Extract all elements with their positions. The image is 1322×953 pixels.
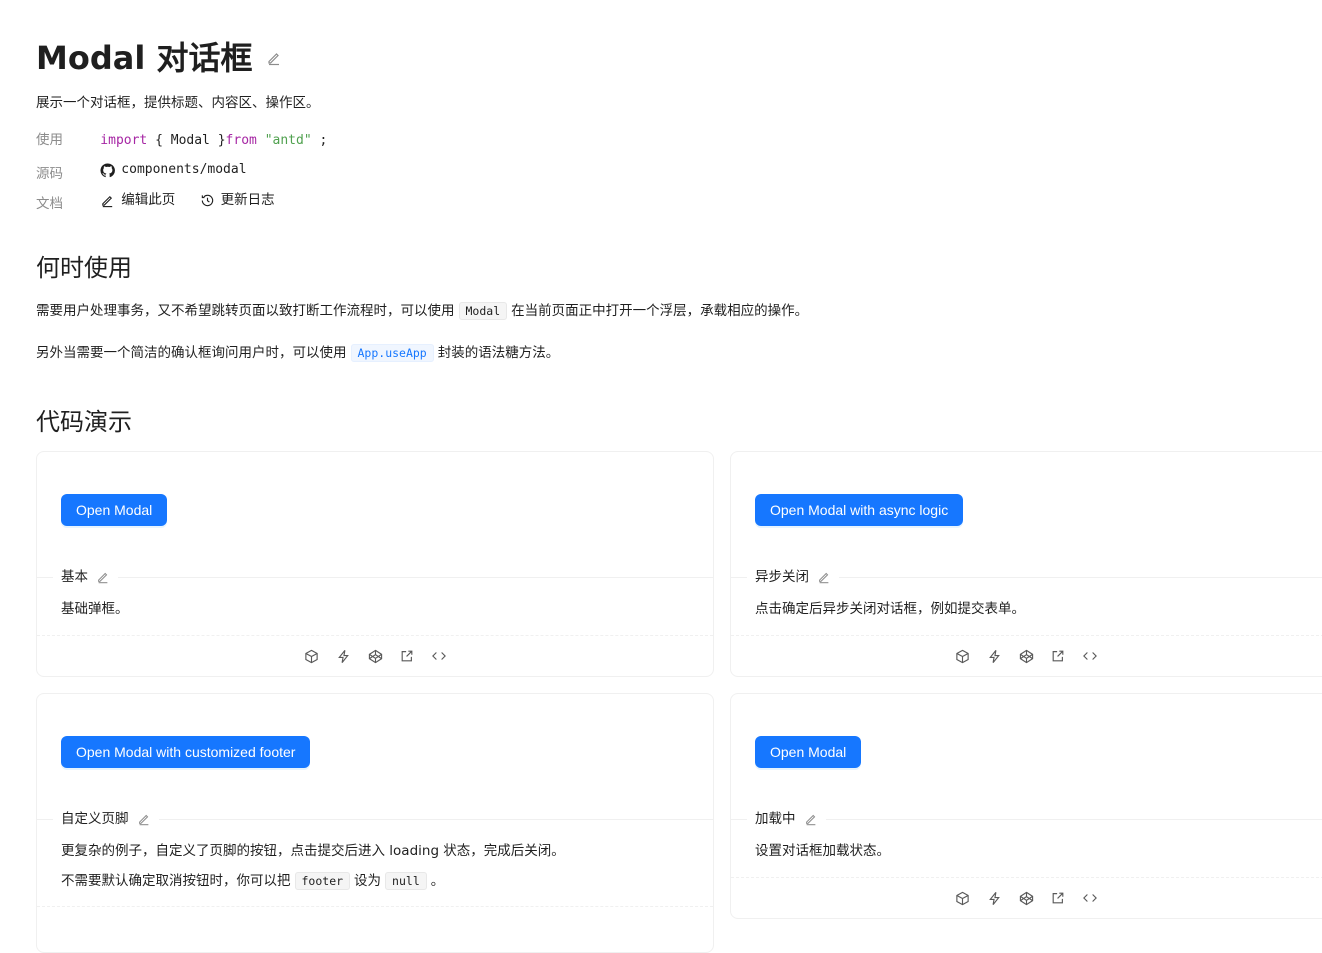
code-brace-open: { (155, 133, 163, 148)
p1-text-after: 在当前页面正中打开一个浮层，承载相应的操作。 (511, 303, 809, 319)
actions-divider (37, 635, 713, 636)
thunderbolt-icon[interactable] (334, 647, 352, 665)
thunderbolt-icon[interactable] (985, 647, 1003, 665)
demo-title: 加载中 (747, 809, 826, 829)
code-string-source: "antd" (264, 133, 312, 148)
code-icon[interactable] (1081, 647, 1099, 665)
demo-title-text[interactable]: 加载中 (755, 809, 796, 829)
desc2-text-mid: 设为 (354, 873, 382, 889)
demos-heading: 代码演示 (36, 408, 132, 436)
when-to-use-heading: 何时使用 (36, 254, 132, 282)
usage-row: 使用 import { Modal }from "antd" ; (36, 130, 327, 151)
when-to-use-paragraph-1: 需要用户处理事务，又不希望跳转页面以致打断工作流程时，可以使用 Modal 在当前页… (36, 300, 808, 322)
code-icon[interactable] (430, 647, 448, 665)
desc2-text-after: 。 (430, 873, 445, 889)
actions-divider (731, 877, 1322, 878)
demo-divider (37, 577, 713, 578)
edit-icon[interactable] (266, 50, 282, 66)
edit-icon[interactable] (804, 812, 818, 826)
demo-description: 基础弹框。 (61, 601, 129, 617)
inline-code-null: null (385, 872, 427, 890)
code-component: Modal (170, 133, 210, 148)
demo-description: 更复杂的例子，自定义了页脚的按钮，点击提交后进入 loading 状态，完成后关… (61, 843, 565, 859)
demo-title: 自定义页脚 (53, 809, 159, 829)
demo-title-text[interactable]: 异步关闭 (755, 567, 809, 587)
desc2-text-before: 不需要默认确定取消按钮时，你可以把 (61, 873, 291, 889)
history-icon (200, 193, 215, 208)
code-keyword-import: import (100, 133, 148, 148)
edit-icon[interactable] (137, 812, 151, 826)
codepen-icon[interactable] (1017, 889, 1035, 907)
github-icon (100, 162, 116, 178)
code-icon[interactable] (1081, 889, 1099, 907)
codesandbox-icon[interactable] (302, 647, 320, 665)
thunderbolt-icon[interactable] (985, 889, 1003, 907)
external-link-icon[interactable] (1049, 647, 1067, 665)
demo-description: 设置对话框加载状态。 (755, 843, 890, 859)
edit-icon (100, 193, 115, 208)
inline-link-app-useapp[interactable]: App.useApp (350, 344, 434, 362)
docs-label: 文档 (36, 195, 63, 212)
demo-card-basic: Open Modal 基本 基础弹框。 (36, 451, 714, 677)
docs-row: 文档 编辑此页 更新日志 (36, 190, 275, 214)
edit-icon[interactable] (96, 570, 110, 584)
source-label: 源码 (36, 165, 63, 182)
external-link-icon[interactable] (398, 647, 416, 665)
page-title: Modal 对话框 (36, 39, 253, 77)
demo-title: 基本 (53, 567, 118, 587)
inline-code-modal: Modal (458, 302, 508, 320)
external-link-icon[interactable] (1049, 889, 1067, 907)
code-brace-close: } (217, 133, 226, 148)
open-modal-button[interactable]: Open Modal (61, 494, 168, 526)
page-subtitle: 展示一个对话框，提供标题、内容区、操作区。 (36, 95, 320, 111)
demo-title-text[interactable]: 基本 (61, 567, 88, 587)
demo-description: 点击确定后异步关闭对话框，例如提交表单。 (755, 601, 1025, 617)
demo-actions (731, 889, 1321, 907)
edit-icon[interactable] (817, 570, 831, 584)
open-modal-async-button[interactable]: Open Modal with async logic (755, 494, 964, 526)
source-link[interactable]: components/modal (100, 160, 247, 180)
demo-card-async: Open Modal with async logic 异步关闭 点击确定后异步… (730, 451, 1322, 677)
usage-label: 使用 (36, 132, 63, 148)
codepen-icon[interactable] (1017, 647, 1035, 665)
source-path: components/modal (121, 162, 247, 177)
codesandbox-icon[interactable] (953, 889, 971, 907)
demo-title-text[interactable]: 自定义页脚 (61, 809, 129, 829)
code-semicolon: ; (319, 133, 328, 148)
code-keyword-from: from (225, 133, 257, 148)
source-row: 源码 components/modal (36, 160, 247, 184)
inline-code-footer: footer (294, 872, 351, 890)
page-title-row: Modal 对话框 (36, 36, 282, 80)
usage-code[interactable]: import { Modal }from "antd" ; (100, 133, 327, 148)
p1-text-before: 需要用户处理事务，又不希望跳转页面以致打断工作流程时，可以使用 (36, 303, 455, 319)
demo-actions (731, 647, 1321, 665)
actions-divider (731, 635, 1322, 636)
codepen-icon[interactable] (366, 647, 384, 665)
demo-title: 异步关闭 (747, 567, 839, 587)
codesandbox-icon[interactable] (953, 647, 971, 665)
open-modal-loading-button[interactable]: Open Modal (755, 736, 862, 768)
changelog-link[interactable]: 更新日志 (200, 190, 275, 210)
demo-card-loading: Open Modal 加载中 设置对话框加载状态。 (730, 693, 1322, 919)
open-modal-footer-button[interactable]: Open Modal with customized footer (61, 736, 311, 768)
demo-description-2: 不需要默认确定取消按钮时，你可以把 footer 设为 null。 (61, 870, 444, 892)
when-to-use-paragraph-2: 另外当需要一个简洁的确认框询问用户时，可以使用 App.useApp 封装的语法糖方… (36, 342, 559, 364)
actions-divider (37, 906, 713, 907)
demo-card-footer: Open Modal with customized footer 自定义页脚 … (36, 693, 714, 953)
p2-text-before: 另外当需要一个简洁的确认框询问用户时，可以使用 (36, 345, 347, 361)
p2-text-after: 封装的语法糖方法。 (437, 345, 560, 361)
demo-actions (37, 647, 713, 665)
edit-page-link[interactable]: 编辑此页 (100, 190, 175, 210)
changelog-label: 更新日志 (220, 192, 275, 208)
edit-page-label: 编辑此页 (121, 192, 176, 208)
